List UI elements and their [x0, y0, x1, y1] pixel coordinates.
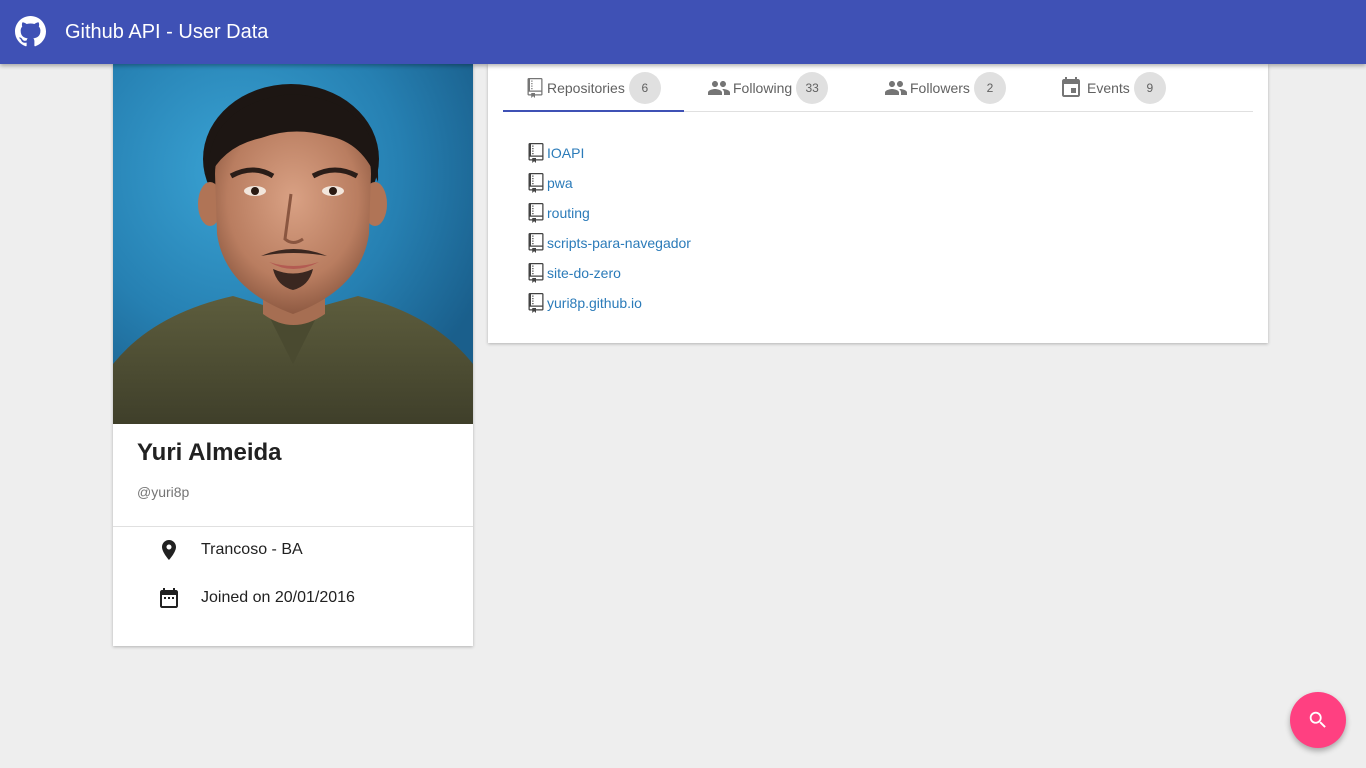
list-item: site-do-zero — [527, 262, 827, 284]
place-icon — [162, 540, 176, 560]
event-icon — [1062, 77, 1080, 97]
github-icon[interactable] — [15, 16, 46, 47]
tab-bar: Repositories 6 Following 33 Followers 2 … — [503, 64, 1253, 112]
avatar — [113, 64, 473, 424]
divider — [113, 526, 473, 527]
count-badge: 6 — [628, 72, 661, 104]
list-item: yuri8p.github.io — [527, 292, 827, 314]
tab-repositories[interactable]: Repositories 6 — [525, 64, 661, 112]
avatar-photo — [113, 64, 473, 424]
joined-row: Joined on 20/01/2016 — [157, 586, 355, 610]
count-badge: 9 — [1133, 72, 1166, 104]
location-row: Trancoso - BA — [157, 538, 303, 562]
tab-events[interactable]: Events 9 — [1059, 64, 1166, 112]
count-badge: 2 — [973, 72, 1006, 104]
calendar-icon — [160, 588, 178, 608]
list-item: IOAPI — [527, 142, 827, 164]
tab-label: Following — [733, 80, 793, 96]
app-bar: Github API - User Data — [0, 0, 1366, 64]
search-fab-button[interactable] — [1290, 692, 1346, 748]
people-icon — [708, 81, 730, 95]
repository-link[interactable]: yuri8p.github.io — [547, 295, 642, 311]
profile-card: Yuri Almeida @yuri8p Trancoso - BA Joine… — [113, 64, 473, 646]
tab-following[interactable]: Following 33 — [707, 64, 829, 112]
repo-icon — [528, 173, 544, 193]
profile-login: @yuri8p — [137, 484, 190, 500]
app-title: Github API - User Data — [65, 21, 269, 43]
repository-link[interactable]: site-do-zero — [547, 265, 621, 281]
tab-label: Followers — [910, 80, 970, 96]
profile-name: Yuri Almeida — [137, 439, 282, 466]
repo-icon — [527, 78, 543, 98]
tab-label: Repositories — [547, 80, 625, 96]
content-card: Repositories 6 Following 33 Followers 2 … — [488, 64, 1268, 343]
repository-link[interactable]: routing — [547, 205, 590, 221]
list-item: routing — [527, 202, 827, 224]
repository-link[interactable]: pwa — [547, 175, 573, 191]
joined-text: Joined on 20/01/2016 — [201, 589, 355, 606]
repo-icon — [528, 143, 544, 163]
tab-followers[interactable]: Followers 2 — [884, 64, 1006, 112]
location-text: Trancoso - BA — [201, 541, 303, 558]
tab-label: Events — [1087, 80, 1130, 96]
repo-icon — [528, 203, 544, 223]
list-item: pwa — [527, 172, 827, 194]
repo-icon — [528, 233, 544, 253]
repository-link[interactable]: IOAPI — [547, 145, 584, 161]
active-tab-indicator — [503, 110, 684, 112]
search-icon — [1309, 711, 1326, 728]
repository-link[interactable]: scripts-para-navegador — [547, 235, 691, 251]
repo-icon — [528, 293, 544, 313]
repo-icon — [528, 263, 544, 283]
people-icon — [885, 81, 907, 95]
list-item: scripts-para-navegador — [527, 232, 827, 254]
count-badge: 33 — [796, 72, 829, 104]
